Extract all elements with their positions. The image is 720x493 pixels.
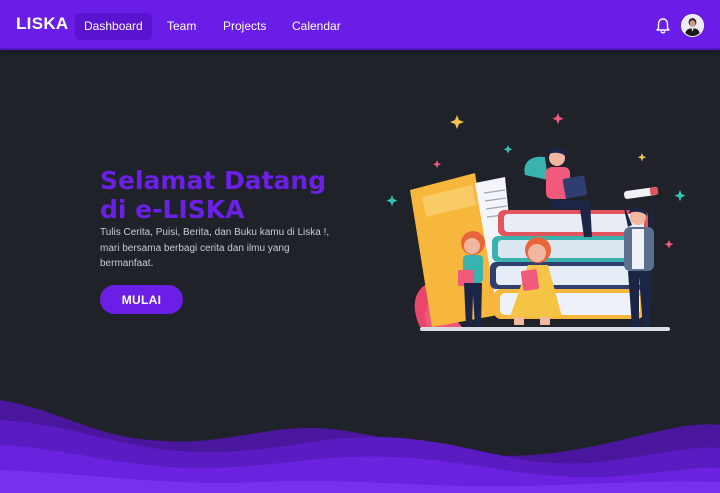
- hero-subtitle: Tulis Cerita, Puisi, Berita, dan Buku ka…: [100, 225, 360, 272]
- start-button[interactable]: MULAI: [100, 285, 183, 314]
- brand-logo[interactable]: LISKA: [16, 14, 69, 34]
- nav-item-team[interactable]: Team: [158, 13, 205, 40]
- hero-subtitle-line-3: bermanfaat.: [100, 258, 154, 269]
- nav-item-dashboard[interactable]: Dashboard: [75, 13, 152, 40]
- nav-item-projects[interactable]: Projects: [214, 13, 275, 40]
- avatar[interactable]: [681, 14, 704, 37]
- user-avatar-icon: [682, 15, 703, 36]
- hero-title: Selamat Datang di e-LISKA: [100, 166, 360, 224]
- bell-icon[interactable]: [655, 17, 671, 35]
- bottom-wave-decoration: [0, 400, 720, 493]
- reading-books-illustration: [386, 113, 686, 331]
- nav-item-calendar[interactable]: Calendar: [283, 13, 350, 40]
- hero-subtitle-line-2: mari bersama berbagi cerita dan ilmu yan…: [100, 242, 290, 254]
- hero-title-line-1: Selamat Datang: [100, 166, 327, 195]
- top-navbar: LISKA Dashboard Team Projects Calendar: [0, 0, 720, 50]
- hero-title-line-2: di e-LISKA: [100, 195, 245, 224]
- hero-subtitle-line-1: Tulis Cerita, Puisi, Berita, dan Buku ka…: [100, 227, 330, 238]
